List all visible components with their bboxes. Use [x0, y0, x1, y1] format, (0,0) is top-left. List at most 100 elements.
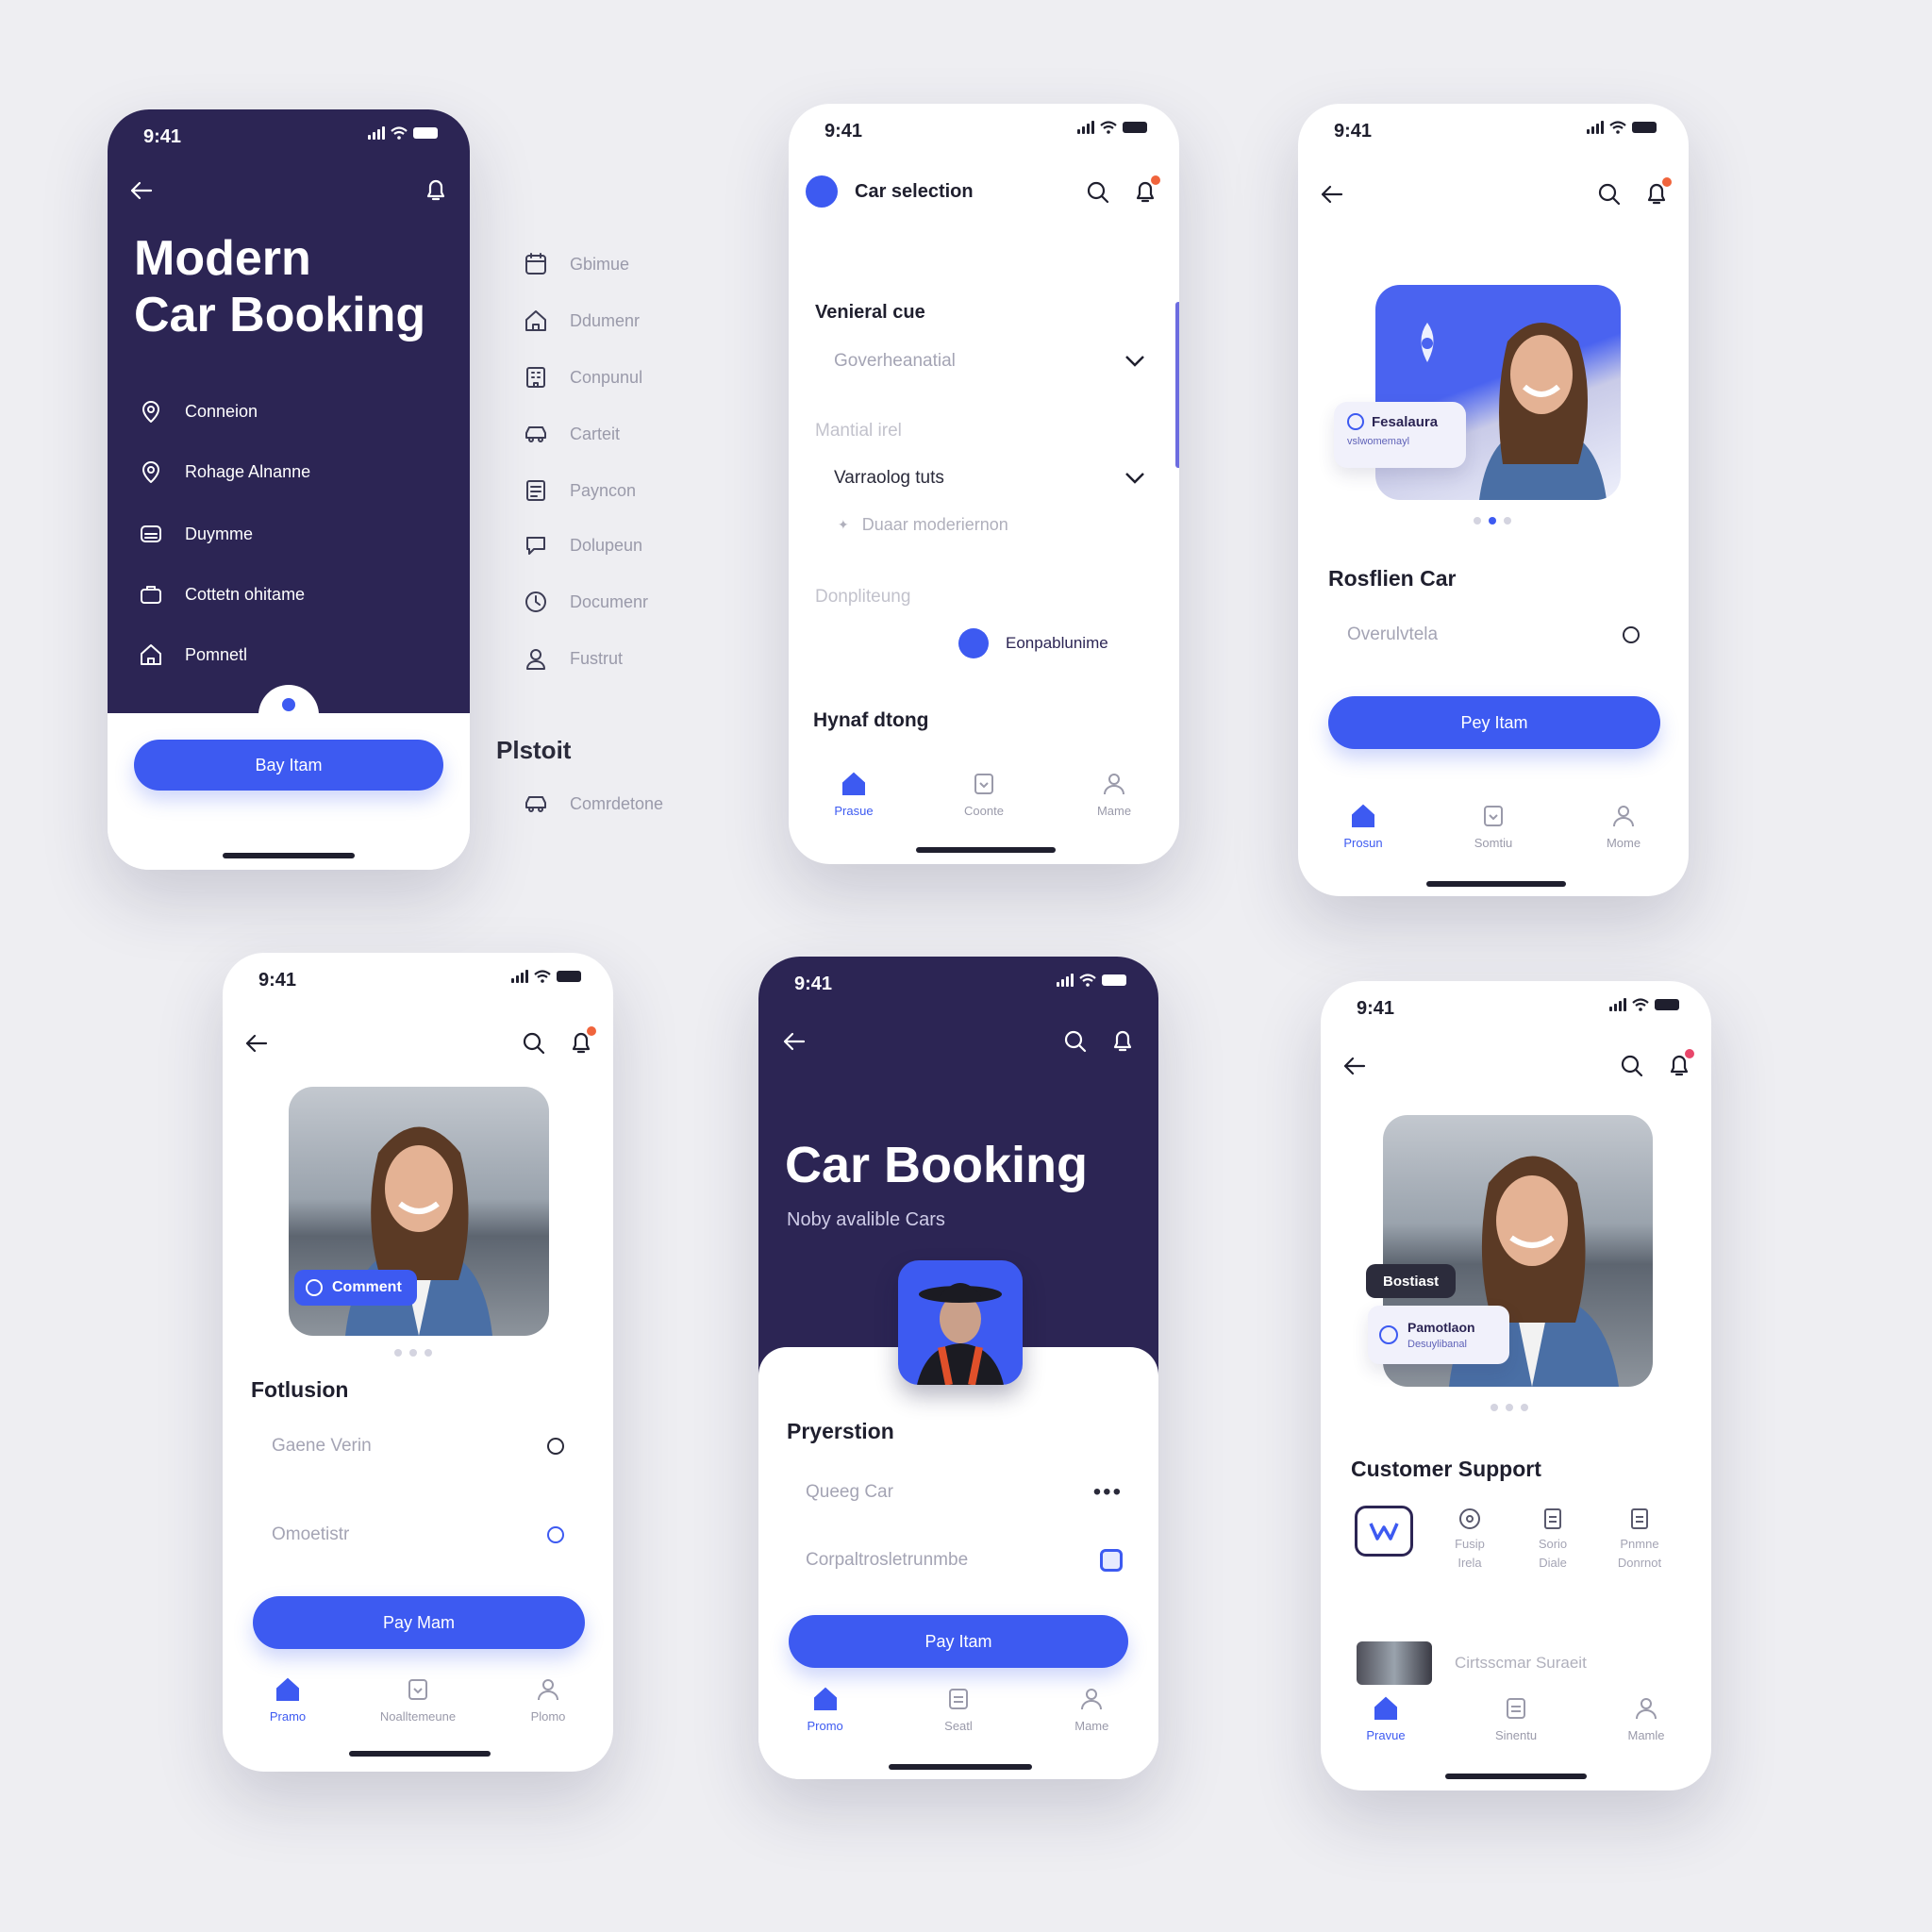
carousel-dots	[394, 1349, 432, 1357]
tab-home[interactable]: Prosun	[1311, 802, 1415, 850]
side-menu-item[interactable]: Fustrut	[523, 645, 623, 672]
pay-button[interactable]: Pay Mam	[253, 1596, 585, 1649]
wifi-icon	[1100, 121, 1117, 134]
phone-car-booking: 9:41 Car Booking Noby avalible Cars Prye…	[758, 957, 1158, 1779]
home-icon	[1374, 1696, 1397, 1720]
user-icon	[526, 649, 545, 670]
notification-button[interactable]	[1640, 175, 1674, 209]
tab-browse[interactable]: Somtiu	[1441, 802, 1545, 850]
notification-button[interactable]	[1662, 1047, 1696, 1081]
support-item[interactable]: Fusip Irela	[1436, 1506, 1504, 1573]
option-label: Omoetistr	[272, 1524, 350, 1544]
search-button[interactable]	[1592, 177, 1626, 211]
support-item-label: Sorio Diale	[1538, 1537, 1568, 1570]
notification-button[interactable]	[419, 172, 453, 206]
notification-button[interactable]	[1128, 174, 1162, 208]
tab-profile[interactable]: Mamle	[1594, 1694, 1698, 1742]
side-menu-item[interactable]: Comrdetone	[523, 791, 663, 817]
menu-item[interactable]: Rohage Alnanne	[138, 458, 310, 485]
search-button[interactable]	[1058, 1024, 1092, 1058]
menu-item[interactable]: Duymme	[138, 521, 253, 547]
tab-home[interactable]: Pravue	[1334, 1694, 1438, 1742]
radio-button[interactable]	[547, 1526, 564, 1543]
status-bar: 9:41	[1321, 981, 1711, 1028]
battery-icon	[557, 971, 581, 982]
radio-button[interactable]	[547, 1438, 564, 1455]
back-button[interactable]	[125, 174, 158, 208]
tab-profile[interactable]: Mame	[1040, 1685, 1143, 1733]
battery-icon	[1123, 122, 1147, 133]
tab-browse[interactable]: Sinentu	[1464, 1694, 1568, 1742]
user-icon	[1613, 806, 1634, 827]
side-menu-item[interactable]: Conpunul	[523, 364, 642, 391]
tab-home[interactable]: Promo	[774, 1685, 877, 1733]
support-list-item[interactable]: Cirtsscmar Suraeit	[1357, 1641, 1587, 1685]
menu-item-label: Conneion	[185, 401, 258, 421]
home-indicator	[889, 1764, 1032, 1770]
search-button[interactable]	[517, 1026, 551, 1060]
side-menu-item[interactable]: Ddumenr	[523, 308, 640, 334]
pay-button[interactable]: Pey Itam	[1328, 696, 1660, 749]
comment-badge[interactable]: Comment	[294, 1270, 417, 1306]
user-icon	[538, 1679, 558, 1701]
support-item[interactable]: Pnmne Donrnot	[1602, 1506, 1677, 1573]
document-icon	[408, 1679, 427, 1700]
calendar-icon	[525, 253, 546, 275]
option-field[interactable]: Corpaltrosletrunmbe	[806, 1549, 1123, 1572]
pay-button[interactable]: Pay Itam	[789, 1615, 1128, 1668]
back-button[interactable]	[777, 1024, 811, 1058]
tab-profile[interactable]: Mome	[1572, 802, 1675, 850]
battery-icon	[1632, 122, 1657, 133]
status-bar: 9:41	[789, 104, 1179, 151]
tab-home[interactable]: Pramo	[236, 1675, 340, 1724]
check-icon[interactable]	[1100, 1549, 1123, 1572]
thumbnail	[1357, 1641, 1432, 1685]
search-button[interactable]	[1615, 1049, 1649, 1083]
menu-item[interactable]: Pomnetl	[138, 641, 247, 668]
side-menu-item[interactable]: Documenr	[523, 589, 648, 615]
toggle-option[interactable]: Eonpablunime	[958, 628, 1108, 658]
tab-profile[interactable]: Mame	[1062, 770, 1166, 818]
menu-item[interactable]: Cottetn ohitame	[138, 581, 305, 608]
select-field[interactable]: Goverheanatial	[834, 351, 1145, 372]
page-title: Car Booking	[785, 1137, 1089, 1193]
sub-list-item[interactable]: ✦ Duaar moderiernon	[838, 515, 1008, 535]
menu-item[interactable]: Conneion	[138, 398, 258, 425]
tab-label: Somtiu	[1474, 836, 1513, 850]
driver-avatar	[898, 1260, 1023, 1385]
tab-profile[interactable]: Plomo	[496, 1675, 600, 1724]
tab-home[interactable]: Prasue	[802, 770, 906, 818]
side-menu-item[interactable]: Dolupeun	[523, 532, 642, 558]
option-field[interactable]: Overulvtela	[1347, 625, 1640, 645]
side-menu-item[interactable]: Carteit	[523, 421, 620, 447]
book-button[interactable]: Bay Itam	[134, 740, 443, 791]
side-menu-item[interactable]: Gbimue	[523, 251, 629, 277]
bullet-icon: ✦	[838, 517, 849, 532]
notification-button[interactable]	[1106, 1023, 1140, 1057]
notification-badge	[1685, 1049, 1694, 1058]
option-field[interactable]: Gaene Verin	[272, 1436, 564, 1457]
option-label: Overulvtela	[1347, 625, 1439, 644]
option-field[interactable]: Omoetistr	[272, 1524, 564, 1545]
back-button[interactable]	[1338, 1049, 1372, 1083]
more-icon[interactable]: •••	[1093, 1479, 1123, 1506]
tab-browse[interactable]: Noalltemeune	[366, 1675, 470, 1724]
radio-button[interactable]	[1623, 626, 1640, 643]
back-button[interactable]	[240, 1026, 274, 1060]
home-indicator	[1445, 1774, 1587, 1779]
tab-browse[interactable]: Coonte	[932, 770, 1036, 818]
option-field[interactable]: Queeg Car •••	[806, 1479, 1123, 1506]
side-menu-item[interactable]: Payncon	[523, 477, 636, 504]
side-menu-label: Fustrut	[570, 648, 624, 668]
notification-button[interactable]	[564, 1024, 598, 1058]
search-button[interactable]	[1081, 175, 1115, 209]
support-item[interactable]: Sorio Diale	[1519, 1506, 1587, 1573]
select-field[interactable]: Varraolog tuts	[834, 468, 1145, 489]
briefcase-icon	[141, 586, 161, 604]
back-button[interactable]	[1315, 177, 1349, 211]
tab-search[interactable]: Seatl	[907, 1685, 1010, 1733]
side-menu-label: Gbimue	[570, 254, 630, 274]
section-title: Pryerstion	[787, 1419, 894, 1443]
menu-item-label: Rohage Alnanne	[185, 461, 311, 481]
support-brand-tile[interactable]	[1355, 1506, 1413, 1557]
